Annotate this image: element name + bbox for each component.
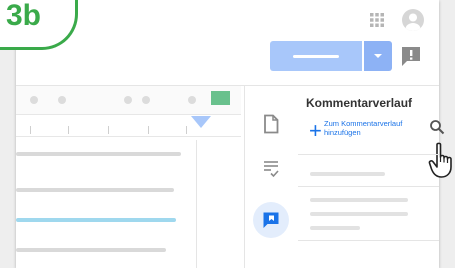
list-check-icon[interactable] bbox=[261, 158, 281, 178]
panel-divider bbox=[298, 186, 439, 187]
comment-history-panel: Kommentarverlauf + Zum Kommentarverlauf … bbox=[298, 86, 452, 268]
comment-icon[interactable] bbox=[261, 210, 281, 230]
toolbar-dot[interactable] bbox=[188, 96, 196, 104]
ruler-tick bbox=[148, 126, 149, 134]
app-window: Kommentarverlauf + Zum Kommentarverlauf … bbox=[16, 0, 452, 268]
comment-placeholder-line bbox=[310, 226, 360, 230]
add-to-history-link[interactable]: Zum Kommentarverlauf hinzufügen bbox=[324, 119, 402, 137]
text-line bbox=[16, 152, 181, 156]
panel-divider bbox=[298, 240, 439, 241]
toolbar-dot[interactable] bbox=[124, 96, 132, 104]
highlighted-text-line bbox=[16, 218, 176, 222]
ruler-indent-marker[interactable] bbox=[191, 116, 211, 128]
chevron-down-icon bbox=[374, 54, 382, 58]
search-icon[interactable] bbox=[429, 119, 445, 135]
account-avatar-icon[interactable] bbox=[402, 9, 424, 31]
ruler-tick bbox=[186, 126, 187, 134]
toolbar-dot[interactable] bbox=[58, 96, 66, 104]
document-page[interactable] bbox=[16, 140, 197, 268]
document-icon[interactable] bbox=[261, 114, 281, 134]
apps-grid-icon[interactable] bbox=[369, 12, 385, 28]
add-link-line-2: hinzufügen bbox=[324, 128, 361, 137]
feedback-exclamation-icon[interactable] bbox=[400, 45, 422, 67]
panel-title: Kommentarverlauf bbox=[306, 96, 413, 110]
text-line bbox=[16, 248, 166, 252]
add-link-line-1: Zum Kommentarverlauf bbox=[324, 119, 403, 128]
action-dropdown-button[interactable] bbox=[364, 41, 392, 71]
ruler-tick bbox=[30, 126, 31, 134]
color-swatch[interactable] bbox=[211, 91, 230, 105]
app-header bbox=[16, 0, 439, 86]
comment-placeholder-line bbox=[310, 212, 408, 216]
step-label: 3b bbox=[6, 0, 42, 32]
document-area bbox=[16, 86, 241, 268]
editor-toolbar bbox=[16, 86, 241, 115]
ruler-tick bbox=[68, 126, 69, 134]
add-icon[interactable]: + bbox=[309, 120, 322, 142]
ruler-tick bbox=[108, 126, 109, 134]
panel-divider bbox=[298, 154, 439, 155]
toolbar-dot[interactable] bbox=[142, 96, 150, 104]
side-rail bbox=[244, 86, 299, 268]
primary-action-button[interactable] bbox=[270, 41, 362, 71]
screenshot-frame: Kommentarverlauf + Zum Kommentarverlauf … bbox=[0, 0, 455, 268]
comment-placeholder-line bbox=[310, 172, 385, 176]
text-line bbox=[16, 188, 174, 192]
hand-pointer-icon bbox=[428, 142, 452, 178]
toolbar-dot[interactable] bbox=[30, 96, 38, 104]
button-label-placeholder bbox=[293, 55, 339, 58]
comment-placeholder-line bbox=[310, 198, 408, 202]
